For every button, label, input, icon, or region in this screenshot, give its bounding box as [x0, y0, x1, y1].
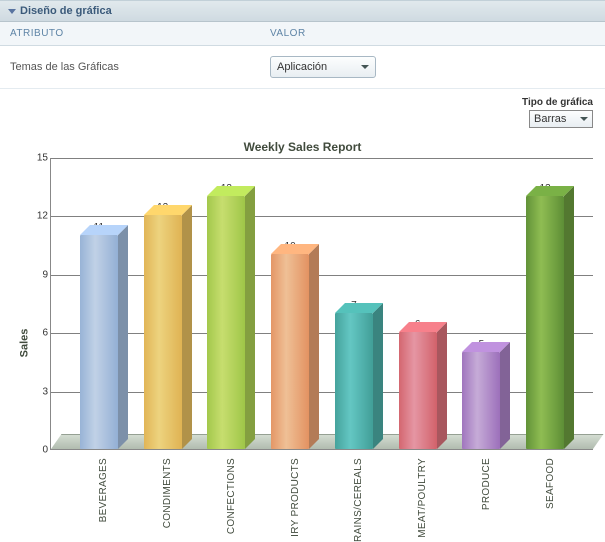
bar[interactable] — [271, 254, 309, 449]
x-tick-label: MEAT/POULTRY — [417, 458, 428, 538]
bar[interactable] — [80, 235, 118, 449]
chart-type-value: Barras — [534, 113, 566, 125]
bars-container: 1112131076513 — [51, 158, 593, 449]
bar-column: 5 — [450, 158, 514, 449]
x-tick-label: BEVERAGES — [98, 458, 109, 522]
col-attribute-header: ATRIBUTO — [10, 28, 270, 39]
bar-side — [373, 303, 383, 449]
x-tick-label: IRY PRODUCTS — [290, 458, 301, 537]
collapse-icon — [8, 9, 16, 14]
x-label-column: BEVERAGES — [66, 452, 130, 528]
x-label-column: CONDIMENTS — [130, 452, 194, 528]
x-tick-label: PRODUCE — [481, 458, 492, 510]
bar-front — [335, 313, 373, 449]
design-panel: Diseño de gráfica ATRIBUTO VALOR Temas d… — [0, 0, 605, 532]
plot-area: 1112131076513 — [50, 158, 593, 450]
theme-select-value: Aplicación — [277, 61, 327, 73]
x-label-column: MEAT/POULTRY — [385, 452, 449, 528]
chart-type-row: Tipo de gráfica Barras — [0, 89, 605, 130]
x-tick-label: RAINS/CEREALS — [353, 458, 364, 542]
x-axis-labels: BEVERAGES CONDIMENTS CONFECTIONSIRY PRODUC… — [50, 452, 593, 528]
theme-row: Temas de las Gráficas Aplicación — [0, 46, 605, 89]
chart-type-label: Tipo de gráfica — [522, 97, 593, 108]
bar[interactable] — [207, 196, 245, 449]
chevron-down-icon — [361, 65, 369, 69]
chart-title: Weekly Sales Report — [6, 140, 599, 154]
bar-column: 11 — [67, 158, 131, 449]
bar-front — [80, 235, 118, 449]
x-tick-label: SEAFOOD — [545, 458, 556, 509]
column-header-row: ATRIBUTO VALOR — [0, 22, 605, 46]
chart-area: Weekly Sales Report Sales 1112131076513 … — [0, 140, 605, 532]
x-tick-label: CONDIMENTS — [162, 458, 173, 528]
bar-column: 10 — [258, 158, 322, 449]
bar-side — [437, 322, 447, 449]
panel-header[interactable]: Diseño de gráfica — [0, 0, 605, 22]
bar-front — [399, 332, 437, 449]
x-label-column: CONFECTIONS — [194, 452, 258, 528]
theme-select[interactable]: Aplicación — [270, 56, 376, 78]
bar-column: 6 — [386, 158, 450, 449]
y-tick: 3 — [30, 386, 48, 397]
bar-front — [271, 254, 309, 449]
bar-front — [207, 196, 245, 449]
bar-front — [144, 215, 182, 449]
theme-label: Temas de las Gráficas — [10, 61, 270, 73]
chevron-down-icon — [580, 117, 588, 121]
bar-side — [564, 186, 574, 449]
bar-side — [500, 342, 510, 449]
bar[interactable] — [399, 332, 437, 449]
x-label-column: RAINS/CEREALS — [322, 452, 386, 528]
bar-column: 12 — [131, 158, 195, 449]
chart-type-select[interactable]: Barras — [529, 110, 593, 128]
y-tick: 6 — [30, 328, 48, 339]
bar-front — [462, 352, 500, 449]
x-label-column: SEAFOOD — [513, 452, 577, 528]
y-tick: 0 — [30, 445, 48, 456]
bar-column: 13 — [195, 158, 259, 449]
bar[interactable] — [462, 352, 500, 449]
y-tick: 12 — [30, 211, 48, 222]
x-label-column: IRY PRODUCTS — [258, 452, 322, 528]
y-tick: 15 — [30, 153, 48, 164]
bar[interactable] — [526, 196, 564, 449]
bar-side — [245, 186, 255, 449]
x-tick-label: CONFECTIONS — [226, 458, 237, 534]
y-axis-label: Sales — [18, 329, 30, 358]
panel-title: Diseño de gráfica — [20, 5, 112, 17]
bar-front — [526, 196, 564, 449]
bar-column: 13 — [513, 158, 577, 449]
chart-canvas: Sales 1112131076513 BEVERAGESCONDIMENTSC… — [6, 158, 599, 528]
x-label-column: PRODUCE — [449, 452, 513, 528]
bar[interactable] — [335, 313, 373, 449]
bar-side — [309, 244, 319, 449]
bar-side — [118, 225, 128, 449]
bar[interactable] — [144, 215, 182, 449]
col-value-header: VALOR — [270, 28, 595, 39]
y-tick: 9 — [30, 269, 48, 280]
bar-column: 7 — [322, 158, 386, 449]
bar-side — [182, 205, 192, 449]
